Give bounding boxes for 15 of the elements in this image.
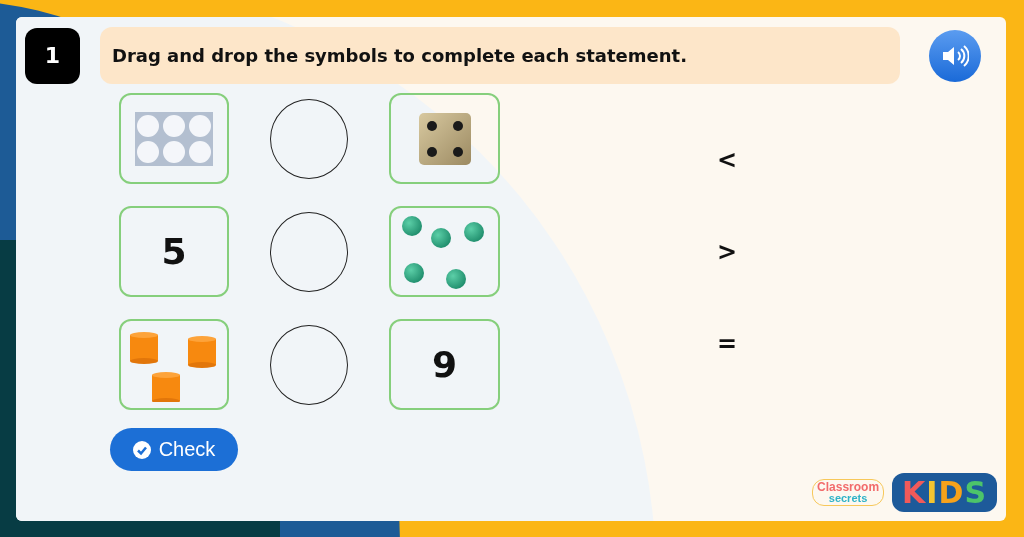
symbol-tile[interactable]: > [712, 237, 742, 329]
speaker-icon [941, 43, 969, 68]
dice-icon [418, 112, 471, 165]
audio-button[interactable] [929, 29, 981, 82]
symbol-tile[interactable]: < [712, 145, 742, 237]
kids-logo: KIDS [892, 473, 997, 512]
ten-frame-icon [135, 111, 213, 166]
check-button[interactable]: Check [110, 428, 238, 471]
symbol-tile[interactable]: = [712, 329, 742, 421]
brand-logo: Classroom secrets [812, 479, 885, 506]
question-number: 1 [25, 27, 80, 84]
instruction-text: Drag and drop the symbols to complete each statement. [100, 27, 900, 84]
number-label: 9 [431, 344, 458, 385]
number-label: 5 [161, 231, 187, 272]
check-icon [132, 440, 151, 459]
